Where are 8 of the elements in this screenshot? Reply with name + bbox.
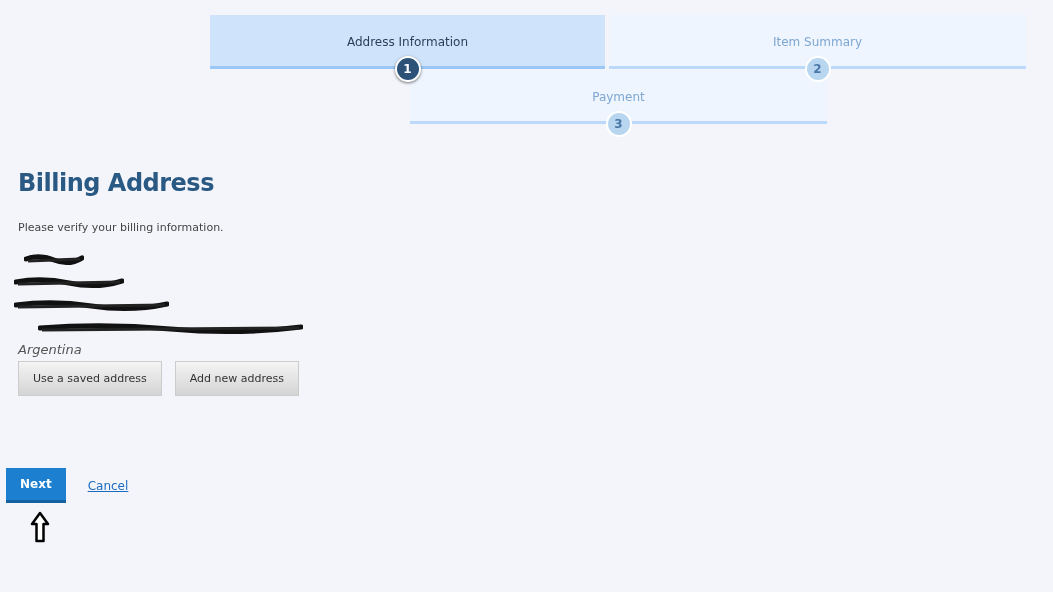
arrow-up-icon <box>30 511 50 543</box>
cancel-link[interactable]: Cancel <box>87 478 129 493</box>
instruction-text: Please verify your billing information. <box>18 221 225 234</box>
page-heading: Billing Address <box>18 169 215 197</box>
address-button[interactable]: Add new address <box>174 361 299 396</box>
address-line: Argentina <box>18 342 83 357</box>
address-button[interactable]: Use a saved address <box>18 361 162 396</box>
next-button[interactable]: Next <box>6 468 66 503</box>
